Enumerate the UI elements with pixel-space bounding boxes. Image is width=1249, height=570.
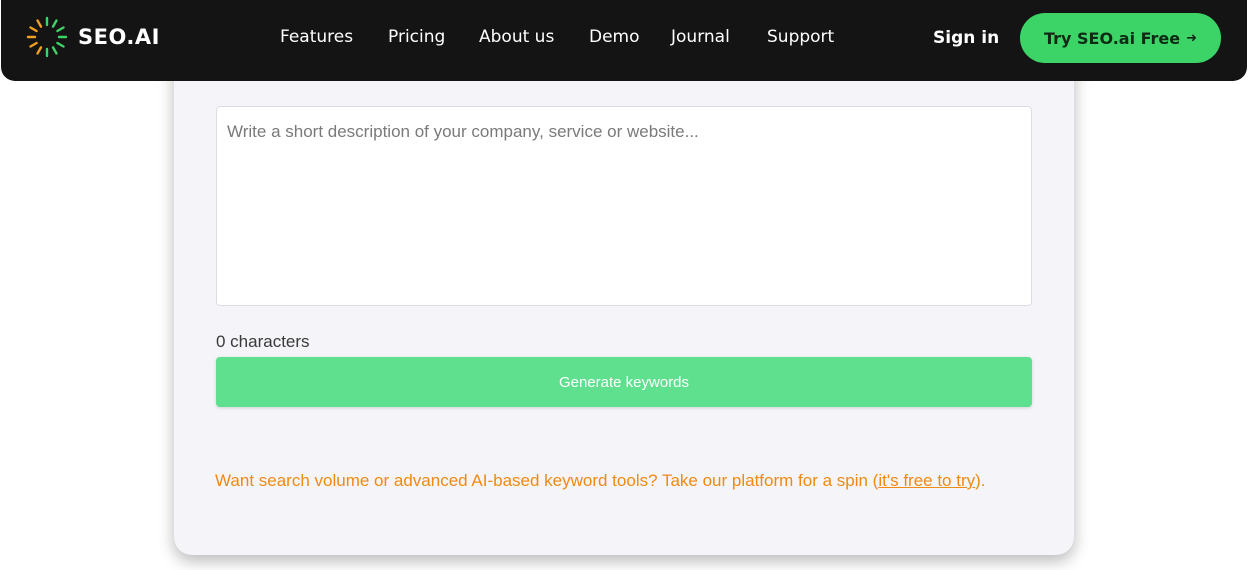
- nav-demo[interactable]: Demo: [589, 27, 640, 47]
- sign-in-link[interactable]: Sign in: [933, 28, 999, 48]
- promo-text: Want search volume or advanced AI-based …: [215, 471, 986, 491]
- promo-text-body: Want search volume or advanced AI-based …: [215, 471, 879, 490]
- nav-about-us[interactable]: About us: [479, 27, 554, 47]
- arrow-right-icon: ➜: [1186, 30, 1198, 46]
- description-textarea[interactable]: [216, 106, 1032, 306]
- nav-pricing[interactable]: Pricing: [388, 27, 445, 47]
- promo-text-suffix: ).: [975, 471, 986, 490]
- generate-keywords-button[interactable]: Generate keywords: [216, 357, 1032, 407]
- nav-support[interactable]: Support: [767, 27, 834, 47]
- character-counter: 0 characters: [216, 332, 310, 351]
- nav-features[interactable]: Features: [280, 27, 353, 47]
- top-navigation-bar: SEO.AI Features Pricing About us Demo Jo…: [1, 0, 1247, 81]
- try-free-button[interactable]: Try SEO.ai Free ➜: [1020, 13, 1221, 63]
- brand-logo[interactable]: SEO.AI: [26, 16, 160, 58]
- nav-journal[interactable]: Journal: [671, 27, 730, 47]
- brand-name: SEO.AI: [78, 25, 160, 49]
- sunburst-logo-icon: [26, 16, 68, 58]
- try-free-label: Try SEO.ai Free: [1043, 28, 1181, 48]
- free-trial-link[interactable]: it's free to try: [878, 471, 975, 490]
